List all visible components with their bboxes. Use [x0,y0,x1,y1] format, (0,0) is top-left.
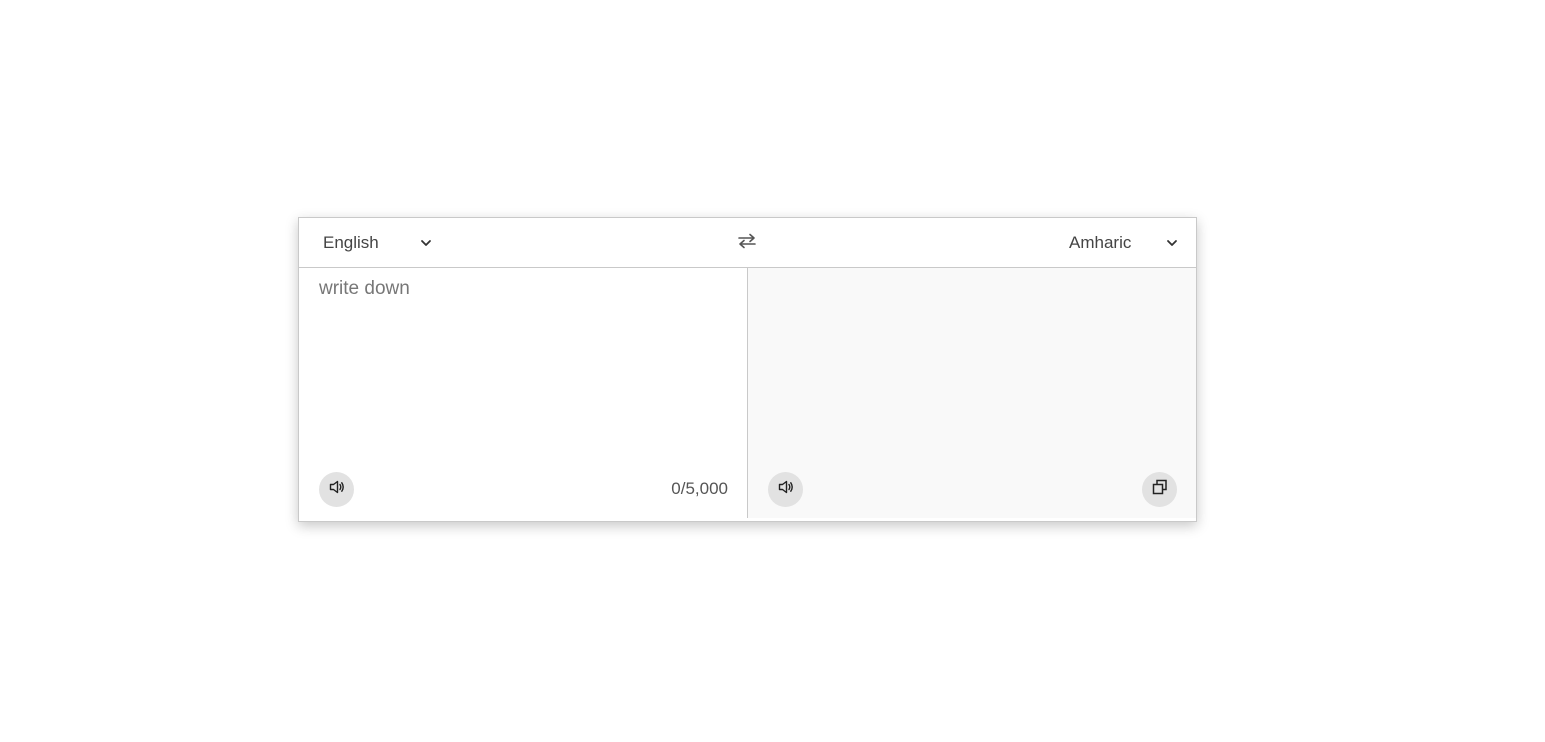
target-speak-button[interactable] [768,472,803,507]
swap-languages-button[interactable] [735,231,759,255]
copy-icon [1152,479,1168,500]
source-language-label: English [323,233,379,252]
speaker-icon [778,480,794,499]
chevron-down-icon [419,236,433,250]
source-text-input[interactable] [319,278,727,438]
speaker-icon [329,480,345,499]
source-pane: 0/5,000 [299,268,748,518]
target-language-label: Amharic [1069,233,1132,252]
translator-widget: English Amharic write down 0/5,000 [298,217,1197,522]
swap-arrows-icon [737,233,757,254]
target-pane [748,268,1196,518]
language-bar: English Amharic [299,218,1196,268]
source-language-select[interactable]: English [323,230,433,256]
character-counter: 0/5,000 [671,479,728,498]
chevron-down-icon [1165,236,1179,250]
copy-translation-button[interactable] [1142,472,1177,507]
source-speak-button[interactable] [319,472,354,507]
target-language-select[interactable]: Amharic [1069,230,1179,256]
